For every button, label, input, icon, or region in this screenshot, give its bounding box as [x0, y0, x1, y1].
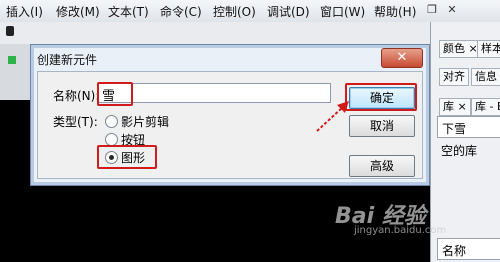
watermark-url: jingyan.baidu.com	[354, 225, 447, 236]
close-window-icon[interactable]: ✕	[444, 3, 460, 17]
layer-color-icon	[8, 56, 16, 64]
timeline-header	[0, 22, 430, 45]
type-label: 类型(T):	[53, 115, 98, 129]
tab-color[interactable]: 颜色 ×	[439, 40, 482, 58]
close-icon[interactable]: ✕	[381, 48, 423, 68]
tab-library-bu[interactable]: 库 - Bu	[471, 98, 500, 116]
radio-movie-clip[interactable]	[105, 115, 118, 128]
tab-library[interactable]: 库 ×	[439, 98, 471, 116]
menu-bar: 插入(I) 修改(M) 文本(T) 命令(C) 控制(O) 调试(D) 窗口(W…	[0, 0, 500, 23]
column-name-label: 名称	[442, 244, 467, 258]
graphic-highlight	[97, 145, 157, 169]
cancel-button[interactable]: 取消	[349, 115, 415, 137]
menu-insert[interactable]: 插入(I)	[6, 3, 43, 20]
create-symbol-dialog: 创建新元件 ✕ 名称(N): 雪 类型(T): 影片剪辑 按钮 图形 确定 取消…	[30, 44, 430, 186]
menu-help[interactable]: 帮助(H)	[374, 3, 416, 20]
library-select[interactable]: 下雪	[437, 116, 500, 138]
type-movie-clip-label: 影片剪辑	[121, 115, 170, 129]
library-column-header[interactable]: 名称	[437, 238, 500, 260]
menu-debug[interactable]: 调试(D)	[267, 3, 310, 20]
restore-window-icon[interactable]: ❐	[424, 3, 440, 17]
lock-icon	[6, 26, 14, 36]
menu-commands[interactable]: 命令(C)	[160, 3, 202, 20]
tab-info[interactable]: 信息	[471, 68, 500, 86]
advanced-button[interactable]: 高级	[349, 155, 415, 177]
menu-control[interactable]: 控制(O)	[213, 3, 256, 20]
tab-swatches[interactable]: 样本	[477, 40, 500, 58]
library-name: 下雪	[442, 122, 467, 136]
tab-align[interactable]: 对齐	[439, 68, 469, 86]
name-label: 名称(N):	[53, 89, 100, 103]
menu-text[interactable]: 文本(T)	[108, 3, 149, 20]
pointer-arrow-icon	[316, 101, 349, 132]
dialog-title: 创建新元件	[37, 53, 98, 67]
menu-window[interactable]: 窗口(W)	[320, 3, 365, 20]
name-highlight	[97, 82, 133, 106]
menu-modify[interactable]: 修改(M)	[56, 3, 100, 20]
empty-library-text: 空的库	[441, 144, 478, 158]
